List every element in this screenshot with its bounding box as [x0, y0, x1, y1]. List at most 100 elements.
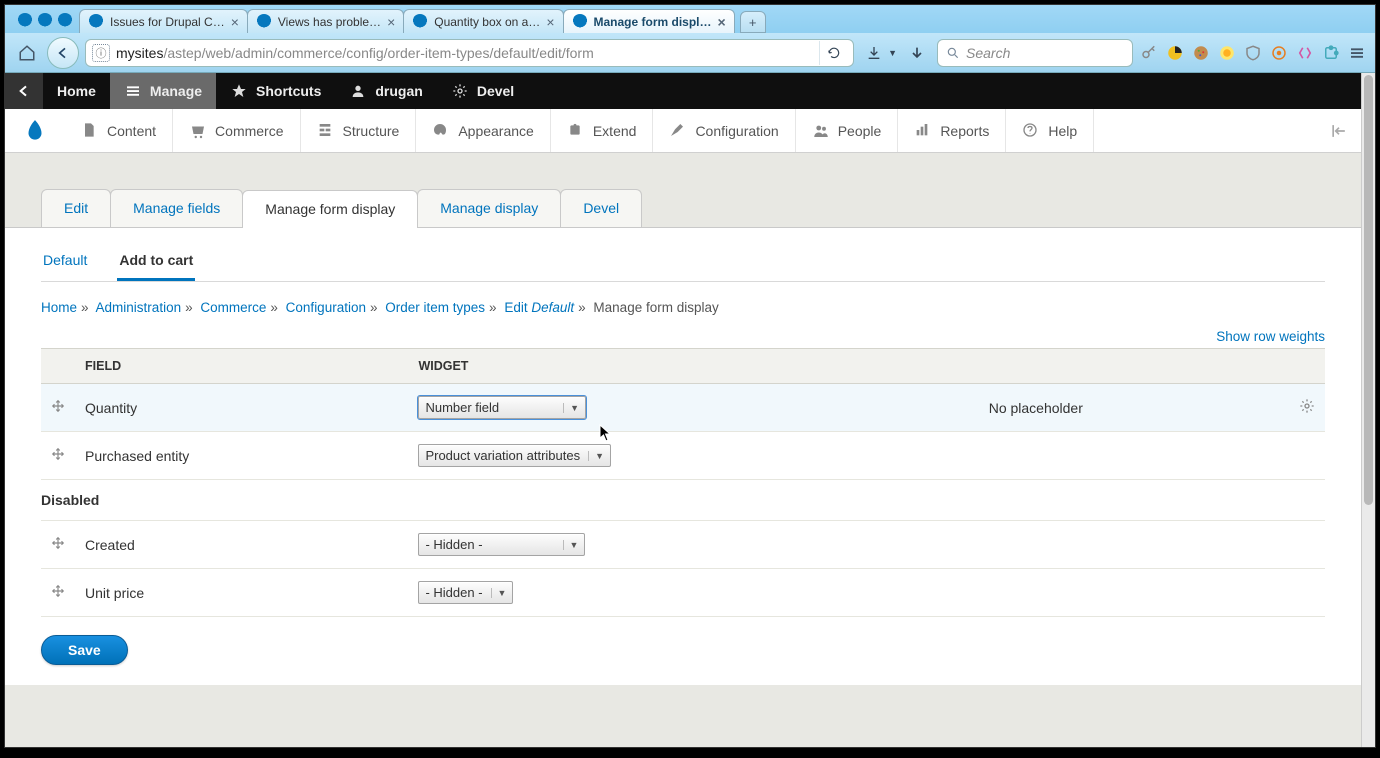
url-text: mysites/astep/web/admin/commerce/config/…: [116, 45, 594, 61]
table-row: Unit price - Hidden - ▼: [41, 569, 1325, 617]
breadcrumb-edit-default[interactable]: Edit Default: [504, 300, 574, 315]
pinned-tabs: [11, 13, 79, 33]
tab-label: Views has proble…: [278, 15, 381, 29]
drupal-favicon[interactable]: [17, 13, 33, 29]
browser-window: Issues for Drupal C… × Views has proble……: [4, 4, 1376, 748]
sun-icon[interactable]: [1217, 43, 1237, 63]
new-tab-button[interactable]: +: [740, 11, 766, 33]
home-button[interactable]: [13, 39, 41, 67]
back-button[interactable]: [47, 37, 79, 69]
disabled-section: Disabled: [41, 480, 1325, 521]
form-display-table: FIELD WIDGET Quantity: [41, 348, 1325, 617]
downloads-dropdown-button[interactable]: [903, 39, 931, 67]
widget-select-created[interactable]: - Hidden - ▼: [418, 533, 585, 556]
drag-handle-icon[interactable]: [41, 432, 75, 480]
breadcrumb: Home» Administration» Commerce» Configur…: [41, 300, 1325, 315]
scrollbar-thumb[interactable]: [1364, 75, 1373, 505]
field-label: Unit price: [75, 569, 408, 617]
toolbar-shortcuts[interactable]: Shortcuts: [216, 73, 335, 109]
drupal-logo[interactable]: [5, 109, 65, 152]
browser-tab[interactable]: Issues for Drupal C… ×: [79, 9, 248, 33]
save-button[interactable]: Save: [41, 635, 128, 665]
cookie-icon[interactable]: [1191, 43, 1211, 63]
drupal-favicon: [256, 14, 272, 30]
breadcrumb-commerce[interactable]: Commerce: [200, 300, 266, 315]
field-label: Quantity: [75, 384, 408, 432]
pink-brackets-icon[interactable]: [1295, 43, 1315, 63]
secondary-tabs: Default Add to cart: [41, 242, 1325, 282]
gear-icon[interactable]: [1285, 384, 1325, 432]
close-icon[interactable]: ×: [718, 14, 726, 30]
vertical-scrollbar[interactable]: [1361, 73, 1375, 747]
tab-devel[interactable]: Devel: [560, 189, 642, 227]
th-widget: WIDGET: [408, 349, 978, 384]
tab-manage-fields[interactable]: Manage fields: [110, 189, 243, 227]
widget-summary: No placeholder: [979, 384, 1285, 432]
browser-tab-active[interactable]: Manage form displ… ×: [563, 9, 735, 33]
downloads-button[interactable]: [860, 39, 888, 67]
tab-manage-form-display[interactable]: Manage form display: [242, 190, 418, 228]
drupal-favicon[interactable]: [57, 13, 73, 29]
toolbar-user[interactable]: drugan: [335, 73, 436, 109]
toolbar-manage[interactable]: Manage: [110, 73, 216, 109]
widget-select-purchased-entity[interactable]: Product variation attributes ▼: [418, 444, 611, 467]
admin-appearance[interactable]: Appearance: [416, 109, 551, 152]
breadcrumb-config[interactable]: Configuration: [286, 300, 366, 315]
tab-label: Issues for Drupal C…: [110, 15, 225, 29]
url-bar[interactable]: ⓘ mysites/astep/web/admin/commerce/confi…: [85, 39, 854, 67]
table-row: Created - Hidden - ▼: [41, 521, 1325, 569]
breadcrumb-admin[interactable]: Administration: [96, 300, 182, 315]
tab-edit[interactable]: Edit: [41, 189, 111, 227]
pie-icon[interactable]: [1165, 43, 1185, 63]
drupal-toolbar: Home Manage Shortcuts drugan Devel: [5, 73, 1361, 109]
admin-commerce[interactable]: Commerce: [173, 109, 300, 152]
drupal-favicon: [412, 14, 428, 30]
breadcrumb-home[interactable]: Home: [41, 300, 77, 315]
tab-label: Manage form displ…: [594, 15, 712, 29]
toolbar-back-button[interactable]: [5, 73, 43, 109]
puzzle-icon[interactable]: [1321, 43, 1341, 63]
search-bar[interactable]: Search: [937, 39, 1133, 67]
orange-dot-icon[interactable]: [1269, 43, 1289, 63]
drupal-favicon: [572, 14, 588, 30]
key-icon[interactable]: [1139, 43, 1159, 63]
search-placeholder: Search: [966, 45, 1010, 61]
table-row: Purchased entity Product variation attri…: [41, 432, 1325, 480]
reload-button[interactable]: [819, 41, 847, 65]
admin-extend[interactable]: Extend: [551, 109, 654, 152]
identity-icon[interactable]: ⓘ: [92, 44, 110, 62]
widget-select-quantity[interactable]: Number field ▼: [418, 396, 586, 419]
breadcrumb-current: Manage form display: [593, 300, 718, 315]
admin-reports[interactable]: Reports: [898, 109, 1006, 152]
browser-navbar: ⓘ mysites/astep/web/admin/commerce/confi…: [5, 33, 1375, 73]
breadcrumb-order-item-types[interactable]: Order item types: [385, 300, 485, 315]
admin-configuration[interactable]: Configuration: [653, 109, 795, 152]
subtab-add-to-cart[interactable]: Add to cart: [117, 242, 195, 281]
drag-handle-icon[interactable]: [41, 521, 75, 569]
close-icon[interactable]: ×: [231, 14, 239, 30]
drupal-admin-menu: Content Commerce Structure Appearance Ex…: [5, 109, 1361, 153]
admin-structure[interactable]: Structure: [301, 109, 417, 152]
admin-help[interactable]: Help: [1006, 109, 1094, 152]
admin-content[interactable]: Content: [65, 109, 173, 152]
drupal-favicon[interactable]: [37, 13, 53, 29]
admin-collapse-button[interactable]: [1317, 109, 1361, 152]
drag-handle-icon[interactable]: [41, 569, 75, 617]
toolbar-home[interactable]: Home: [43, 73, 110, 109]
page-viewport: Home Manage Shortcuts drugan Devel: [5, 73, 1375, 747]
browser-tab[interactable]: Quantity box on a… ×: [403, 9, 563, 33]
drupal-favicon: [88, 14, 104, 30]
browser-tab[interactable]: Views has proble… ×: [247, 9, 404, 33]
show-row-weights-link[interactable]: Show row weights: [1216, 329, 1325, 344]
close-icon[interactable]: ×: [387, 14, 395, 30]
close-icon[interactable]: ×: [546, 14, 554, 30]
tab-manage-display[interactable]: Manage display: [417, 189, 561, 227]
widget-select-unit-price[interactable]: - Hidden - ▼: [418, 581, 513, 604]
toolbar-devel[interactable]: Devel: [437, 73, 528, 109]
drag-handle-icon[interactable]: [41, 384, 75, 432]
subtab-default[interactable]: Default: [41, 242, 89, 281]
menu-button[interactable]: [1347, 43, 1367, 63]
shield-icon[interactable]: [1243, 43, 1263, 63]
primary-tabs: Edit Manage fields Manage form display M…: [5, 167, 1361, 228]
admin-people[interactable]: People: [796, 109, 899, 152]
